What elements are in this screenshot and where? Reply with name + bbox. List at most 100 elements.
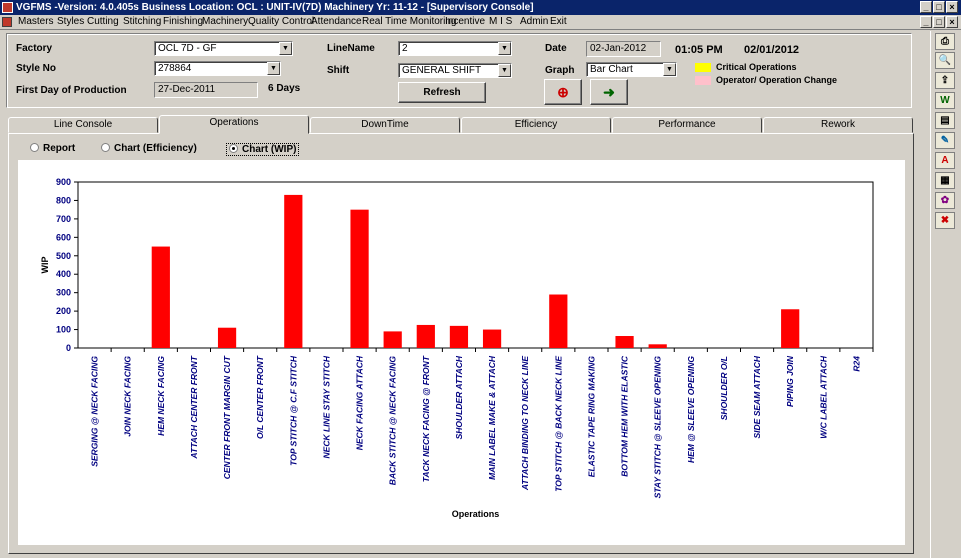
style-value: 278864	[158, 63, 192, 74]
tab-efficiency[interactable]: Efficiency	[461, 117, 611, 133]
menu-stitching[interactable]: Stitching	[123, 16, 161, 28]
x-tick-label: SHOULDER ATTACH	[454, 355, 464, 439]
notepad-icon[interactable]: ✎	[935, 132, 955, 149]
mdi-close-button[interactable]: ×	[946, 16, 958, 28]
x-tick-label: MAIN LABEL MAKE & ATTACH	[487, 355, 497, 480]
menu-quality-control[interactable]: Quality Control	[248, 16, 314, 28]
x-tick-label: ATTACH CENTER FRONT	[189, 355, 199, 459]
date-field[interactable]: 02-Jan-2012	[586, 41, 661, 57]
bar	[648, 344, 667, 348]
graph-value: Bar Chart	[590, 64, 633, 75]
chevron-down-icon[interactable]: ▼	[663, 63, 676, 76]
bar	[416, 324, 435, 348]
first-day-label: First Day of Production	[16, 85, 127, 96]
chart-preview-icon[interactable]: ⊕	[544, 79, 582, 105]
palette-icon[interactable]: ✿	[935, 192, 955, 209]
radio-chart-efficiency-label: Chart (Efficiency)	[114, 143, 197, 154]
x-tick-label: TACK NECK FACING @ FRONT	[421, 355, 431, 482]
menu-real-time-monitoring[interactable]: Real Time Monitoring	[362, 16, 456, 28]
chevron-down-icon[interactable]: ▼	[267, 62, 280, 75]
preview-icon[interactable]: 🔍	[935, 52, 955, 69]
chevron-down-icon[interactable]: ▼	[279, 42, 292, 55]
menu-attendance[interactable]: Attendance	[311, 16, 362, 28]
export-icon[interactable]: ⇪	[935, 72, 955, 89]
radio-report[interactable]: Report	[30, 143, 75, 154]
y-tick-label: 300	[56, 288, 71, 298]
y-tick-label: 700	[56, 214, 71, 224]
menu-mis[interactable]: M I S	[489, 16, 512, 28]
tab-rework[interactable]: Rework	[763, 117, 913, 133]
x-tick-label: SERGING @ NECK FACING	[90, 356, 100, 467]
grid-icon[interactable]: ▦	[935, 172, 955, 189]
chevron-down-icon[interactable]: ▼	[498, 42, 511, 55]
tab-operations[interactable]: Operations	[159, 115, 309, 134]
y-tick-label: 800	[56, 195, 71, 205]
critical-swatch	[695, 63, 711, 72]
maximize-button[interactable]: □	[933, 1, 945, 13]
bar	[383, 331, 402, 348]
tab-line-console[interactable]: Line Console	[8, 117, 158, 133]
document-icon[interactable]: ▤	[935, 112, 955, 129]
menu-exit[interactable]: Exit	[550, 16, 567, 28]
graph-select[interactable]: Bar Chart ▼	[586, 62, 677, 77]
change-legend: Operator/ Operation Change	[716, 75, 838, 85]
pdf-icon[interactable]: A	[935, 152, 955, 169]
x-tick-label: O/L CENTER FRONT	[255, 355, 265, 439]
exit-door-icon[interactable]: ➜	[590, 79, 628, 105]
mdi-minimize-button[interactable]: _	[920, 16, 932, 28]
x-axis-label: Operations	[452, 509, 500, 519]
linename-select[interactable]: 2 ▼	[398, 41, 512, 56]
bar	[781, 309, 800, 348]
y-tick-label: 900	[56, 177, 71, 187]
bar	[284, 194, 303, 348]
radio-chart-efficiency[interactable]: Chart (Efficiency)	[101, 143, 197, 154]
tab-performance[interactable]: Performance	[612, 117, 762, 133]
x-tick-label: NECK LINE STAY STITCH	[321, 355, 331, 458]
time-display: 01:05 PM	[675, 44, 723, 56]
y-tick-label: 200	[56, 306, 71, 316]
radio-chart-wip[interactable]: Chart (WIP)	[226, 143, 300, 156]
y-tick-label: 0	[66, 343, 71, 353]
x-tick-label: JOIN NECK FACING	[123, 356, 133, 437]
window-title: VGFMS -Version: 4.0.405s Business Locati…	[16, 2, 534, 13]
menu-incentive[interactable]: Incentive	[445, 16, 485, 28]
y-tick-label: 600	[56, 232, 71, 242]
factory-label: Factory	[16, 43, 53, 54]
refresh-button[interactable]: Refresh	[398, 82, 486, 103]
radio-dot	[229, 144, 238, 153]
bar	[449, 325, 469, 348]
printer-icon[interactable]: ⎙	[935, 33, 955, 50]
x-tick-label: PIPING JOIN	[785, 355, 795, 407]
menu-machinery[interactable]: Machinery	[202, 16, 248, 28]
plot-frame	[77, 181, 874, 349]
x-tick-label: HEM @ SLEEVE OPENING	[686, 356, 696, 463]
minimize-button[interactable]: _	[920, 1, 932, 13]
mdi-restore-button[interactable]: □	[933, 16, 945, 28]
bar	[350, 209, 369, 348]
close-button[interactable]: ×	[946, 1, 958, 13]
critical-legend: Critical Operations	[716, 62, 797, 72]
style-select[interactable]: 278864 ▼	[154, 61, 281, 76]
linename-label: LineName	[327, 43, 375, 54]
radio-chart-wip-label: Chart (WIP)	[242, 144, 297, 155]
menu-finishing[interactable]: Finishing	[163, 16, 203, 28]
tab-downtime[interactable]: DownTime	[310, 117, 460, 133]
bar	[482, 329, 502, 348]
app-icon	[2, 2, 13, 13]
menu-masters[interactable]: Masters	[18, 16, 54, 28]
x-tick-label: SHOULDER O/L	[719, 356, 729, 420]
shift-select[interactable]: GENERAL SHIFT ▼	[398, 63, 512, 78]
shift-value: GENERAL SHIFT	[402, 65, 482, 76]
x-tick-label: HEM NECK FACING	[156, 356, 166, 436]
menu-cutting[interactable]: Cutting	[87, 16, 119, 28]
word-icon[interactable]: W	[935, 92, 955, 109]
menu-bar: Masters Styles Cutting Stitching Finishi…	[0, 15, 961, 30]
menu-admin[interactable]: Admin	[520, 16, 548, 28]
x-tick-label: STAY STITCH @ SLEEVE OPENING	[653, 356, 663, 499]
x-tick-label: NECK FACING ATTACH	[355, 355, 365, 450]
chevron-down-icon[interactable]: ▼	[498, 64, 511, 77]
menu-styles[interactable]: Styles	[57, 16, 84, 28]
exit-icon[interactable]: ✖	[935, 212, 955, 229]
graph-label: Graph	[545, 65, 575, 76]
factory-select[interactable]: OCL 7D - GF ▼	[154, 41, 293, 56]
